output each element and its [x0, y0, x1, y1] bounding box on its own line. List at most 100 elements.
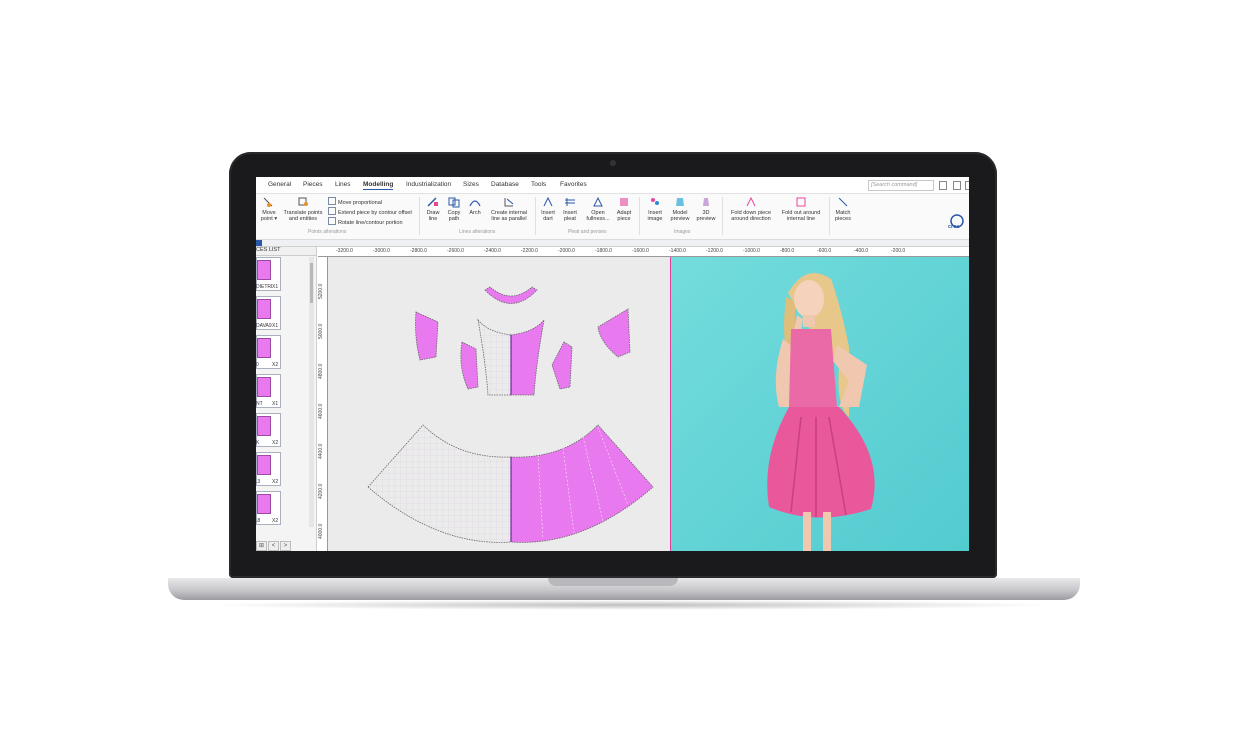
insert-pleat-button[interactable]: Insert pleat: [560, 196, 580, 222]
rotate-line-button[interactable]: Rotate line/contour portion: [328, 217, 403, 226]
draw-line-icon: [427, 197, 438, 207]
insert-dart-button[interactable]: Insert dart: [538, 196, 558, 222]
search-input[interactable]: [Search command]: [868, 180, 934, 191]
fold-out-icon: [796, 197, 806, 207]
create-internal-button[interactable]: Create internal line as parallel: [487, 196, 531, 222]
ribbon: Move point ▾ Translate points and entiti…: [256, 194, 969, 240]
logo-text: crea: [948, 224, 960, 230]
insert-pleat-icon: [565, 198, 575, 206]
open-fullness-button[interactable]: Open fullness...: [583, 196, 613, 222]
extend-piece-icon: [328, 207, 336, 215]
tab-pieces[interactable]: Pieces: [303, 181, 323, 188]
tab-lines[interactable]: Lines: [335, 181, 351, 188]
ruler-tick-label: 4200.0: [318, 483, 324, 499]
piece-shape: [257, 377, 271, 397]
insert-dart-icon: [543, 196, 553, 207]
model-photo: [670, 257, 969, 551]
fold-out-label: Fold out around internal line: [781, 210, 821, 222]
ruler-tick-label: -1000.0: [743, 248, 760, 254]
piece-qty: X1: [272, 401, 279, 407]
skirt-right-piece[interactable]: [510, 424, 654, 543]
nav-prev-button[interactable]: <: [268, 541, 279, 551]
pieces-nav: ⊞ < >: [256, 541, 292, 551]
piece-label: NT: [256, 401, 263, 407]
panel-toggle-icon[interactable]: [256, 240, 262, 246]
nav-grid-button[interactable]: ⊞: [256, 541, 267, 551]
ruler-tick-label: 5000.0: [318, 323, 324, 339]
move-point-icon: [263, 197, 273, 207]
draw-line-button[interactable]: Draw line: [423, 196, 443, 222]
piece-qty: X1: [272, 284, 279, 290]
scrollbar-thumb[interactable]: [310, 263, 313, 303]
tab-database[interactable]: Database: [491, 181, 519, 188]
close-icon[interactable]: [965, 181, 969, 190]
piece-shape: [257, 416, 271, 436]
create-internal-label: Create internal line as parallel: [490, 210, 528, 222]
ribbon-separator: [722, 197, 723, 235]
ruler-tick-label: 4000.0: [318, 523, 324, 539]
laptop-notch: [548, 578, 678, 586]
match-pieces-button[interactable]: Match pieces: [832, 196, 854, 222]
arch-button[interactable]: Arch: [466, 196, 484, 216]
preview-3d-button[interactable]: 3D preview: [695, 196, 717, 222]
ruler-tick-label: -3000.0: [373, 248, 390, 254]
tab-general[interactable]: General: [268, 181, 291, 188]
tab-favorites[interactable]: Favorites: [560, 181, 587, 188]
collar-piece[interactable]: [484, 286, 538, 304]
adapt-piece-button[interactable]: Adapt piece: [614, 196, 634, 222]
move-point-button[interactable]: Move point ▾: [258, 196, 280, 222]
side-left-piece[interactable]: [460, 341, 479, 390]
rotate-line-label: Rotate line/contour portion: [338, 220, 403, 226]
adapt-piece-label: Adapt piece: [616, 210, 632, 222]
pieces-scrollbar[interactable]: [309, 257, 314, 527]
ribbon-separator: [829, 197, 830, 235]
ribbon-separator: [419, 197, 420, 235]
nav-next-button[interactable]: >: [280, 541, 291, 551]
fold-down-icon: [746, 196, 756, 207]
piece-shape: [257, 260, 271, 280]
tab-industrialization[interactable]: Industrialization: [406, 181, 451, 188]
tab-tools[interactable]: Tools: [531, 181, 546, 188]
sleeve-right-piece[interactable]: [597, 308, 631, 358]
ruler-tick-label: -1200.0: [706, 248, 723, 254]
bodice-left-piece[interactable]: [477, 318, 512, 396]
piece-qty: X2: [272, 362, 279, 368]
ruler-tick-label: 4600.0: [318, 403, 324, 419]
tab-modelling[interactable]: Modelling: [363, 181, 394, 190]
tab-sizes[interactable]: Sizes: [463, 181, 479, 188]
bodice-right-piece[interactable]: [510, 318, 545, 396]
fold-down-button[interactable]: Fold down piece around direction: [726, 196, 776, 222]
adapt-piece-icon: [620, 198, 628, 206]
insert-pleat-label: Insert pleat: [563, 210, 577, 222]
pattern-canvas[interactable]: [328, 257, 670, 551]
rotate-line-icon: [328, 217, 336, 225]
ruler-tick-label: -400.0: [854, 248, 869, 254]
ruler-tick-label: -1400.0: [669, 248, 686, 254]
vertical-ruler: 5200.0 5000.0 4800.0 4600.0 4400.0 4200.…: [318, 257, 328, 551]
skirt-left-piece[interactable]: [367, 424, 512, 543]
piece-qty: X1: [272, 323, 279, 329]
menu-bar: General Pieces Lines Modelling Industria…: [256, 177, 969, 194]
minimize-icon[interactable]: [939, 181, 947, 190]
horizontal-ruler: -3200.0 -3000.0 -2800.0 -2600.0 -2400.0 …: [318, 247, 969, 257]
model-preview-button[interactable]: Model preview: [669, 196, 691, 222]
side-right-piece[interactable]: [551, 341, 573, 390]
restore-icon[interactable]: [953, 181, 961, 190]
app-screen: General Pieces Lines Modelling Industria…: [256, 177, 969, 551]
move-proportional-button[interactable]: Move proportional: [328, 197, 382, 206]
match-pieces-label: Match pieces: [835, 210, 851, 222]
preview-3d-label: 3D preview: [696, 210, 716, 222]
copy-path-button[interactable]: Copy path: [444, 196, 464, 222]
insert-image-label: Insert image: [647, 210, 663, 222]
insert-image-icon: [651, 198, 659, 205]
insert-image-button[interactable]: Insert image: [644, 196, 666, 222]
ruler-tick-label: -2200.0: [521, 248, 538, 254]
sleeve-left-piece[interactable]: [415, 311, 439, 361]
translate-button[interactable]: Translate points and entities: [282, 196, 324, 222]
fold-out-button[interactable]: Fold out around internal line: [778, 196, 824, 222]
extend-piece-button[interactable]: Extend piece by contour offset: [328, 207, 412, 216]
pieces-list-title: CES LIST: [256, 247, 316, 256]
tool-strip: [256, 240, 969, 247]
piece-qty: X2: [272, 518, 279, 524]
open-fullness-label: Open fullness...: [586, 210, 610, 222]
